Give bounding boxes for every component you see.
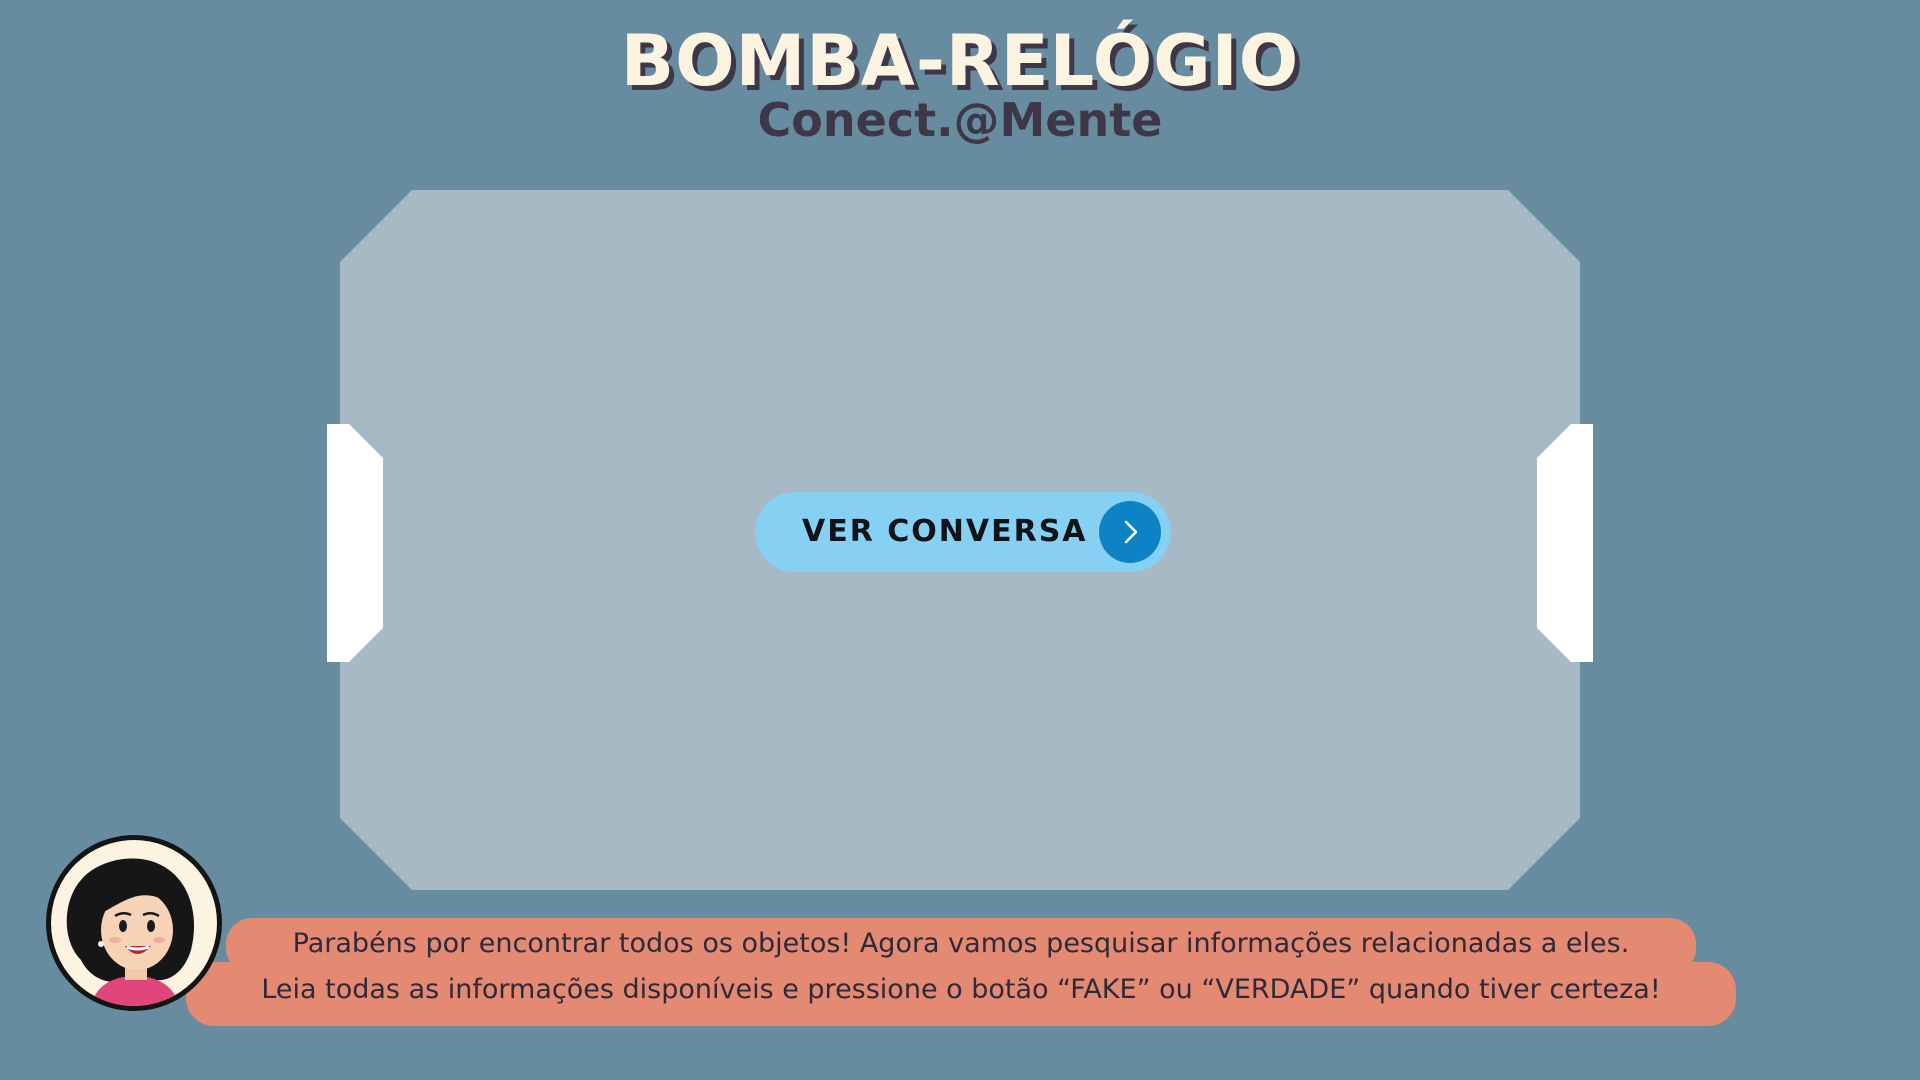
game-subtitle: Conect.@Mente xyxy=(757,93,1163,147)
dialog-line-1: Parabéns por encontrar todos os objetos!… xyxy=(292,928,1630,959)
board-left-clip xyxy=(327,424,383,662)
ver-conversa-button[interactable]: VER CONVERSA xyxy=(755,492,1171,572)
board-right-clip xyxy=(1537,424,1593,662)
dialog-line-2: Leia todas as informações disponíveis e … xyxy=(261,974,1661,1005)
chevron-right-icon xyxy=(1099,501,1161,563)
ver-conversa-label: VER CONVERSA xyxy=(802,514,1088,549)
character-avatar xyxy=(46,835,222,1011)
